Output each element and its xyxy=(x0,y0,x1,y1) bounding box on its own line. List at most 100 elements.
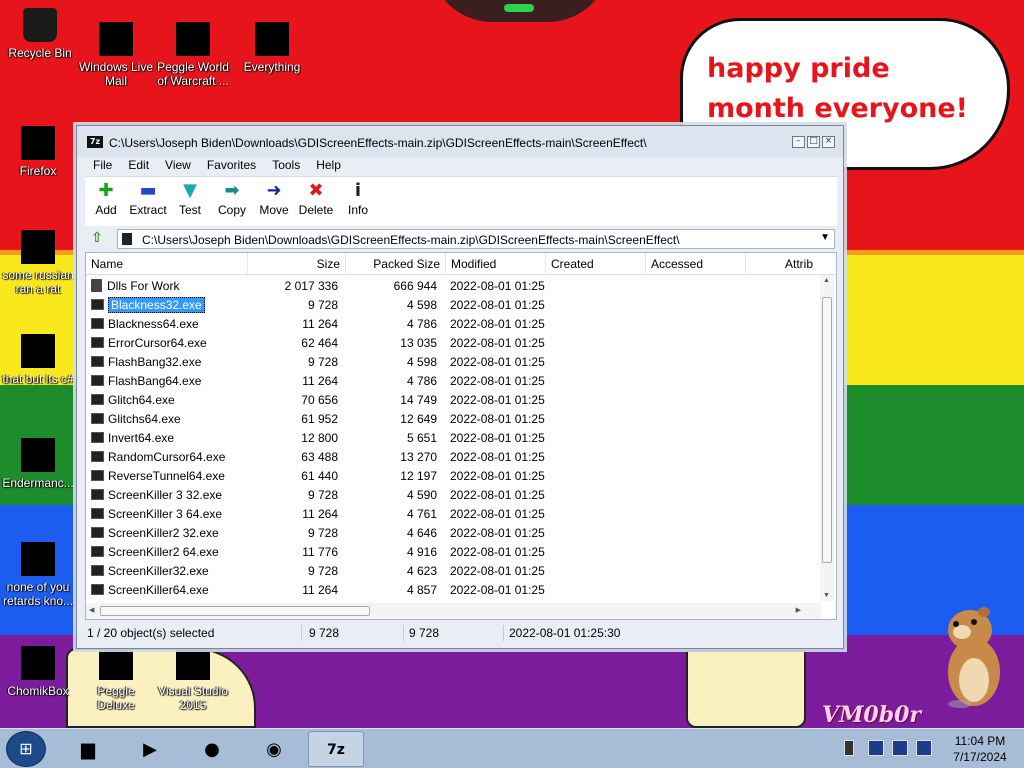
scrollbar-thumb[interactable] xyxy=(100,606,370,616)
scroll-up-icon[interactable]: ▲ xyxy=(823,277,830,284)
volume-icon[interactable] xyxy=(916,740,932,756)
file-modified: 2022-08-01 01:25 xyxy=(450,526,545,540)
desktop-icon-none-of-you[interactable]: none of you retards kno... xyxy=(0,542,76,608)
column-created[interactable]: Created xyxy=(546,253,646,275)
file-packed-size: 13 035 xyxy=(400,336,437,350)
vertical-scrollbar[interactable]: ▲ ▼ xyxy=(820,275,834,601)
table-row[interactable]: FlashBang32.exe 9 728 4 598 2022-08-01 01:2… xyxy=(86,353,821,372)
taskbar-media-player-button[interactable]: ▶ xyxy=(122,731,178,767)
desktop-icon-chomikbox[interactable]: ChomikBox xyxy=(0,646,76,698)
file-modified: 2022-08-01 01:25 xyxy=(450,507,545,521)
exe-file-icon xyxy=(91,546,104,557)
move-button[interactable]: ➜ Move xyxy=(253,177,295,225)
menu-edit[interactable]: Edit xyxy=(120,156,157,174)
info-button[interactable]: i Info xyxy=(337,177,379,225)
table-row[interactable]: ErrorCursor64.exe 62 464 13 035 2022-08-01 … xyxy=(86,334,821,353)
desktop-icon-endermanc[interactable]: Endermanc... xyxy=(0,438,76,490)
chevron-down-icon[interactable]: ▼ xyxy=(820,232,830,243)
copy-button[interactable]: ➡ Copy xyxy=(211,177,253,225)
file-name-label: Invert64.exe xyxy=(108,431,175,445)
table-row[interactable]: Invert64.exe 12 800 5 651 2022-08-01 01:25 xyxy=(86,429,821,448)
table-row[interactable]: Glitch64.exe 70 656 14 749 2022-08-01 01:25 xyxy=(86,391,821,410)
taskbar-globe-button[interactable]: ● xyxy=(184,731,240,767)
extract-button[interactable]: ▬ Extract xyxy=(127,177,169,225)
file-size: 61 952 xyxy=(301,412,338,426)
toolbar: ✚ Add ▬ Extract ▼ Test ➡ Copy ➜ Move ✖ Delete … xyxy=(85,176,837,226)
firefox-icon xyxy=(21,126,55,160)
address-field[interactable]: C:\Users\Joseph Biden\Downloads\GDIScree… xyxy=(117,229,835,249)
column-size[interactable]: Size xyxy=(248,253,346,275)
desktop-icon-label: Everything xyxy=(243,60,301,74)
exe-file-icon xyxy=(91,470,104,481)
desktop-icon-peggle-deluxe[interactable]: Peggle Deluxe xyxy=(78,646,154,712)
menu-view[interactable]: View xyxy=(157,156,199,174)
title-bar[interactable]: 7z C:\Users\Joseph Biden\Downloads\GDISc… xyxy=(77,126,843,158)
desktop-icon-windows-live-mail[interactable]: Windows Live Mail xyxy=(78,22,154,88)
file-name: ScreenKiller2 32.exe xyxy=(91,524,251,543)
table-row[interactable]: ScreenKiller 3 32.exe 9 728 4 590 2022-08-0… xyxy=(86,486,821,505)
clock[interactable]: 11:04 PM 7/17/2024 xyxy=(940,733,1020,765)
taskbar-7zip-button[interactable]: 7z xyxy=(308,731,364,767)
menu-help[interactable]: Help xyxy=(308,156,349,174)
table-row[interactable]: Glitchs64.exe 61 952 12 649 2022-08-01 01:2… xyxy=(86,410,821,429)
file-name: FlashBang64.exe xyxy=(91,372,251,391)
table-row[interactable]: Blackness64.exe 11 264 4 786 2022-08-01 01:… xyxy=(86,315,821,334)
file-modified: 2022-08-01 01:25 xyxy=(450,488,545,502)
folder-up-button[interactable]: ⇧ xyxy=(89,230,105,246)
desktop-icon-csharp[interactable]: that but its c# xyxy=(0,334,76,386)
file-packed-size: 666 944 xyxy=(393,279,437,293)
network-icon[interactable] xyxy=(868,740,884,756)
table-row[interactable]: ScreenKiller64.exe 11 264 4 857 2022-08-01 … xyxy=(86,581,821,600)
table-row[interactable]: ReverseTunnel64.exe 61 440 12 197 2022-08-0… xyxy=(86,467,821,486)
file-name-label: ScreenKiller 3 64.exe xyxy=(108,507,223,521)
column-modified[interactable]: Modified xyxy=(446,253,546,275)
monitor-icon[interactable] xyxy=(892,740,908,756)
column-accessed[interactable]: Accessed xyxy=(646,253,746,275)
test-button[interactable]: ▼ Test xyxy=(169,177,211,225)
table-row[interactable]: FlashBang64.exe 11 264 4 786 2022-08-01 01:… xyxy=(86,372,821,391)
table-row[interactable]: ScreenKiller2 64.exe 11 776 4 916 2022-08-0… xyxy=(86,543,821,562)
maximize-button[interactable]: □ xyxy=(807,136,820,148)
chevron-up-icon[interactable] xyxy=(844,740,854,756)
menu-favorites[interactable]: Favorites xyxy=(199,156,264,174)
minimize-button[interactable]: – xyxy=(792,136,805,148)
column-packed-size[interactable]: Packed Size xyxy=(346,253,446,275)
desktop-icon-everything[interactable]: Everything xyxy=(234,22,310,74)
menu-tools[interactable]: Tools xyxy=(264,156,308,174)
table-row[interactable]: RandomCursor64.exe 63 488 13 270 2022-08-01… xyxy=(86,448,821,467)
delete-button[interactable]: ✖ Delete xyxy=(295,177,337,225)
info-icon: i xyxy=(354,180,362,201)
desktop-icon-label: that but its c# xyxy=(2,372,74,386)
table-row[interactable]: ScreenKiller32.exe 9 728 4 623 2022-08-01 0… xyxy=(86,562,821,581)
add-button[interactable]: ✚ Add xyxy=(85,177,127,225)
file-packed-size: 14 749 xyxy=(400,393,437,407)
file-name: Dlls For Work xyxy=(91,277,251,296)
scroll-down-icon[interactable]: ▼ xyxy=(823,592,830,599)
horizontal-scrollbar[interactable]: ◀ ▶ xyxy=(86,603,821,619)
column-name[interactable]: Name xyxy=(86,253,248,275)
close-button[interactable]: × xyxy=(822,136,835,148)
scroll-left-icon[interactable]: ◀ xyxy=(89,606,94,614)
desktop-icon-peggle-wow[interactable]: Peggle World of Warcraft ... xyxy=(155,22,231,88)
taskbar-firefox-button[interactable]: ◉ xyxy=(246,731,302,767)
desktop-icon-firefox[interactable]: Firefox xyxy=(0,126,76,178)
column-attrib[interactable]: Attrib xyxy=(746,253,818,275)
start-button[interactable]: ⊞ xyxy=(6,731,46,767)
table-row[interactable]: Dlls For Work 2 017 336 666 944 2022-08-01 … xyxy=(86,277,821,296)
scroll-right-icon[interactable]: ▶ xyxy=(796,606,801,614)
exe-file-icon xyxy=(91,432,104,443)
table-row[interactable]: ScreenKiller 3 64.exe 11 264 4 761 2022-08-… xyxy=(86,505,821,524)
desktop-icon-visual-studio[interactable]: Visual Studio 2015 xyxy=(155,646,231,712)
table-row[interactable]: ScreenKiller2 32.exe 9 728 4 646 2022-08-01… xyxy=(86,524,821,543)
file-name: ScreenKiller2 64.exe xyxy=(91,543,251,562)
desktop-icon-label: Firefox xyxy=(19,164,57,178)
table-row[interactable]: Blackness32.exe 9 728 4 598 2022-08-01 01:2… xyxy=(86,296,821,315)
file-packed-size: 5 651 xyxy=(406,431,437,445)
7zip-icon: 7z xyxy=(327,742,345,758)
taskbar-explorer-button[interactable]: ▆ xyxy=(60,731,116,767)
file-packed-size: 4 786 xyxy=(406,317,437,331)
menu-file[interactable]: File xyxy=(85,156,120,174)
desktop-icon-recycle-bin[interactable]: Recycle Bin xyxy=(2,8,78,60)
scrollbar-thumb[interactable] xyxy=(822,297,832,563)
desktop-icon-russian-rat[interactable]: some russian ran a rat xyxy=(0,230,76,296)
